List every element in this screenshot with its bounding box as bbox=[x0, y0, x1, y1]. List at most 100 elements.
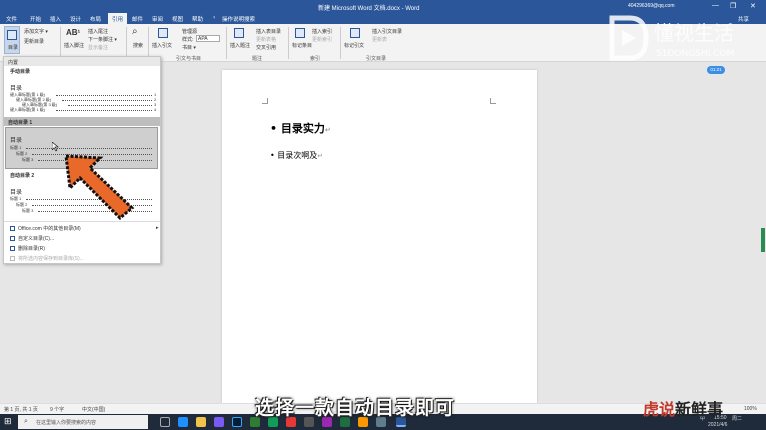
toc-button[interactable]: 目录 bbox=[4, 26, 20, 54]
tab-view[interactable]: 视图 bbox=[172, 15, 183, 23]
windows-start-icon[interactable]: ⊞ bbox=[4, 416, 12, 427]
update-toc-button[interactable]: 更新目录 bbox=[24, 38, 44, 45]
tab-references[interactable]: 引用 bbox=[108, 13, 128, 24]
toc-line: 标题 3 bbox=[22, 208, 34, 213]
tab-mailings[interactable]: 邮件 bbox=[132, 15, 143, 23]
close-button[interactable]: ✕ bbox=[750, 2, 756, 10]
mouse-cursor-icon bbox=[52, 142, 59, 152]
insert-footnote-button[interactable]: 插入脚注 bbox=[64, 42, 84, 49]
auto-toc-1-heading: 目录 bbox=[10, 138, 23, 144]
toc-button-label: 目录 bbox=[8, 45, 19, 51]
clock-date[interactable]: 2021/4/6 bbox=[708, 422, 727, 428]
insert-table-of-figures-button[interactable]: 插入表目录 bbox=[256, 28, 281, 35]
tab-file[interactable]: 文件 bbox=[6, 15, 17, 23]
auto-toc-2-heading: 目录 bbox=[10, 190, 23, 196]
edge-icon[interactable] bbox=[178, 417, 188, 427]
store-icon[interactable] bbox=[214, 417, 224, 427]
mark-entry-button[interactable]: 标记条目 bbox=[292, 42, 312, 49]
citation-icon bbox=[158, 28, 168, 38]
update-table-button[interactable]: 更新表格 bbox=[256, 36, 276, 43]
page-count[interactable]: 第 1 页, 共 1 页 bbox=[4, 406, 38, 413]
menu-label: 将所选内容保存到目录库(S)... bbox=[18, 256, 84, 262]
leader-dots bbox=[62, 100, 152, 101]
tab-design[interactable]: 设计 bbox=[70, 15, 81, 23]
style-label: 样式: bbox=[182, 37, 194, 43]
paragraph-mark: ↵ bbox=[317, 152, 324, 160]
doc-body-text: 目录次啊及 bbox=[277, 151, 318, 160]
manual-toc-option[interactable]: 目录 键入章标题(第 1 级) 键入章标题(第 2 级) 键入章标题(第 3 级… bbox=[6, 77, 158, 113]
save-icon bbox=[10, 256, 15, 262]
menu-label: 删除目录(R) bbox=[18, 246, 45, 252]
show-notes-button[interactable]: 显示备注 bbox=[88, 44, 108, 51]
update-index-button[interactable]: 更新索引 bbox=[312, 36, 332, 43]
remove-toc-icon bbox=[10, 246, 15, 252]
menu-divider bbox=[4, 221, 160, 222]
toc-icon bbox=[7, 30, 17, 40]
manual-toc-heading: 目录 bbox=[10, 86, 23, 92]
bibliography-button[interactable]: 书目 ▾ bbox=[182, 44, 196, 51]
divider bbox=[340, 27, 341, 59]
style-select[interactable]: APA bbox=[196, 35, 220, 42]
file-explorer-icon[interactable] bbox=[196, 417, 206, 427]
menu-more-tocs[interactable]: Office.com 中的其他目录(M) ▸ bbox=[10, 225, 159, 232]
word-count[interactable]: 9 个字 bbox=[50, 406, 64, 413]
tell-me-search[interactable]: 操作说明搜索 bbox=[222, 15, 255, 23]
insert-toa-button[interactable]: 插入引文目录 bbox=[372, 28, 402, 35]
footnote-icon: AB¹ bbox=[66, 28, 81, 37]
leader-dots bbox=[56, 110, 152, 111]
cross-reference-button[interactable]: 交叉引用 bbox=[256, 44, 276, 51]
tab-help[interactable]: 帮助 bbox=[192, 15, 203, 23]
custom-toc-icon bbox=[10, 236, 15, 242]
leader-dots bbox=[26, 148, 152, 149]
menu-save-selection[interactable]: 将所选内容保存到目录库(S)... bbox=[10, 255, 84, 262]
doc-heading-text: 目录实力 bbox=[280, 122, 325, 135]
doc-heading[interactable]: • 目录实力↵ bbox=[270, 120, 331, 136]
doc-body[interactable]: • 目录次啊及↵ bbox=[270, 150, 323, 161]
logo-en-text: 51DONGSHI.COM bbox=[656, 49, 734, 59]
tab-review[interactable]: 审阅 bbox=[152, 15, 163, 23]
logo-cn-text: 懂视生活 bbox=[654, 21, 734, 45]
brand-black-text: 新鲜事 bbox=[675, 400, 724, 419]
divider bbox=[288, 27, 289, 59]
document-title: 新建 Microsoft Word 文档.docx - Word bbox=[318, 6, 420, 12]
insert-citation-button[interactable]: 插入引文 bbox=[152, 42, 172, 49]
group-label-index: 索引 bbox=[310, 56, 321, 62]
language-status[interactable]: 中文(中国) bbox=[82, 406, 105, 413]
mark-entry-icon bbox=[295, 28, 305, 38]
divider bbox=[126, 27, 127, 59]
search-button[interactable]: 搜索 bbox=[133, 42, 143, 49]
menu-remove-toc[interactable]: 删除目录(R) bbox=[10, 245, 45, 252]
manage-sources-button[interactable]: 管理源 bbox=[182, 28, 197, 35]
taskbar-search-box[interactable]: 在这里输入你要搜索的内容 bbox=[18, 415, 148, 429]
search-icon: ⌕ bbox=[132, 26, 138, 37]
menu-custom-toc[interactable]: 自定义目录(C)... bbox=[10, 235, 54, 242]
restore-button[interactable]: ❐ bbox=[730, 2, 736, 10]
divider bbox=[60, 27, 61, 59]
add-text-button[interactable]: 添加文字 ▾ bbox=[24, 28, 48, 35]
brand-watermark: 虎说新鲜事 bbox=[643, 396, 723, 420]
insert-caption-button[interactable]: 插入题注 bbox=[230, 42, 250, 49]
group-label-toa: 引文目录 bbox=[366, 56, 387, 62]
tab-insert[interactable]: 插入 bbox=[50, 15, 61, 23]
dongshi-logo: 懂视生活 51DONGSHI.COM bbox=[609, 15, 734, 61]
mark-citation-icon bbox=[350, 28, 360, 38]
account-label[interactable]: 404296369@qq.com bbox=[628, 3, 675, 9]
mark-citation-button[interactable]: 标记引文 bbox=[344, 42, 364, 49]
menu-label: Office.com 中的其他目录(M) bbox=[18, 226, 81, 232]
photoshop-icon[interactable] bbox=[232, 417, 242, 427]
leader-dots bbox=[68, 105, 152, 106]
scrollbar-thumb[interactable] bbox=[761, 228, 765, 252]
tab-layout[interactable]: 布局 bbox=[90, 15, 101, 23]
pointer-arrow-icon bbox=[64, 154, 135, 220]
insert-endnote-button[interactable]: 插入尾注 bbox=[88, 28, 108, 35]
tab-home[interactable]: 开始 bbox=[30, 15, 41, 23]
minimize-button[interactable]: — bbox=[712, 2, 719, 9]
video-caption: 选择一款自动目录即可 bbox=[255, 398, 456, 419]
update-toa-button[interactable]: 更新表 bbox=[372, 36, 387, 43]
task-view-icon[interactable] bbox=[160, 417, 170, 427]
leader-dots bbox=[56, 95, 152, 96]
document-page[interactable]: • 目录实力↵ • 目录次啊及↵ bbox=[222, 70, 537, 403]
next-footnote-button[interactable]: 下一条脚注 ▾ bbox=[88, 36, 117, 43]
zoom-level[interactable]: 100% bbox=[744, 406, 757, 412]
insert-index-button[interactable]: 插入索引 bbox=[312, 28, 332, 35]
